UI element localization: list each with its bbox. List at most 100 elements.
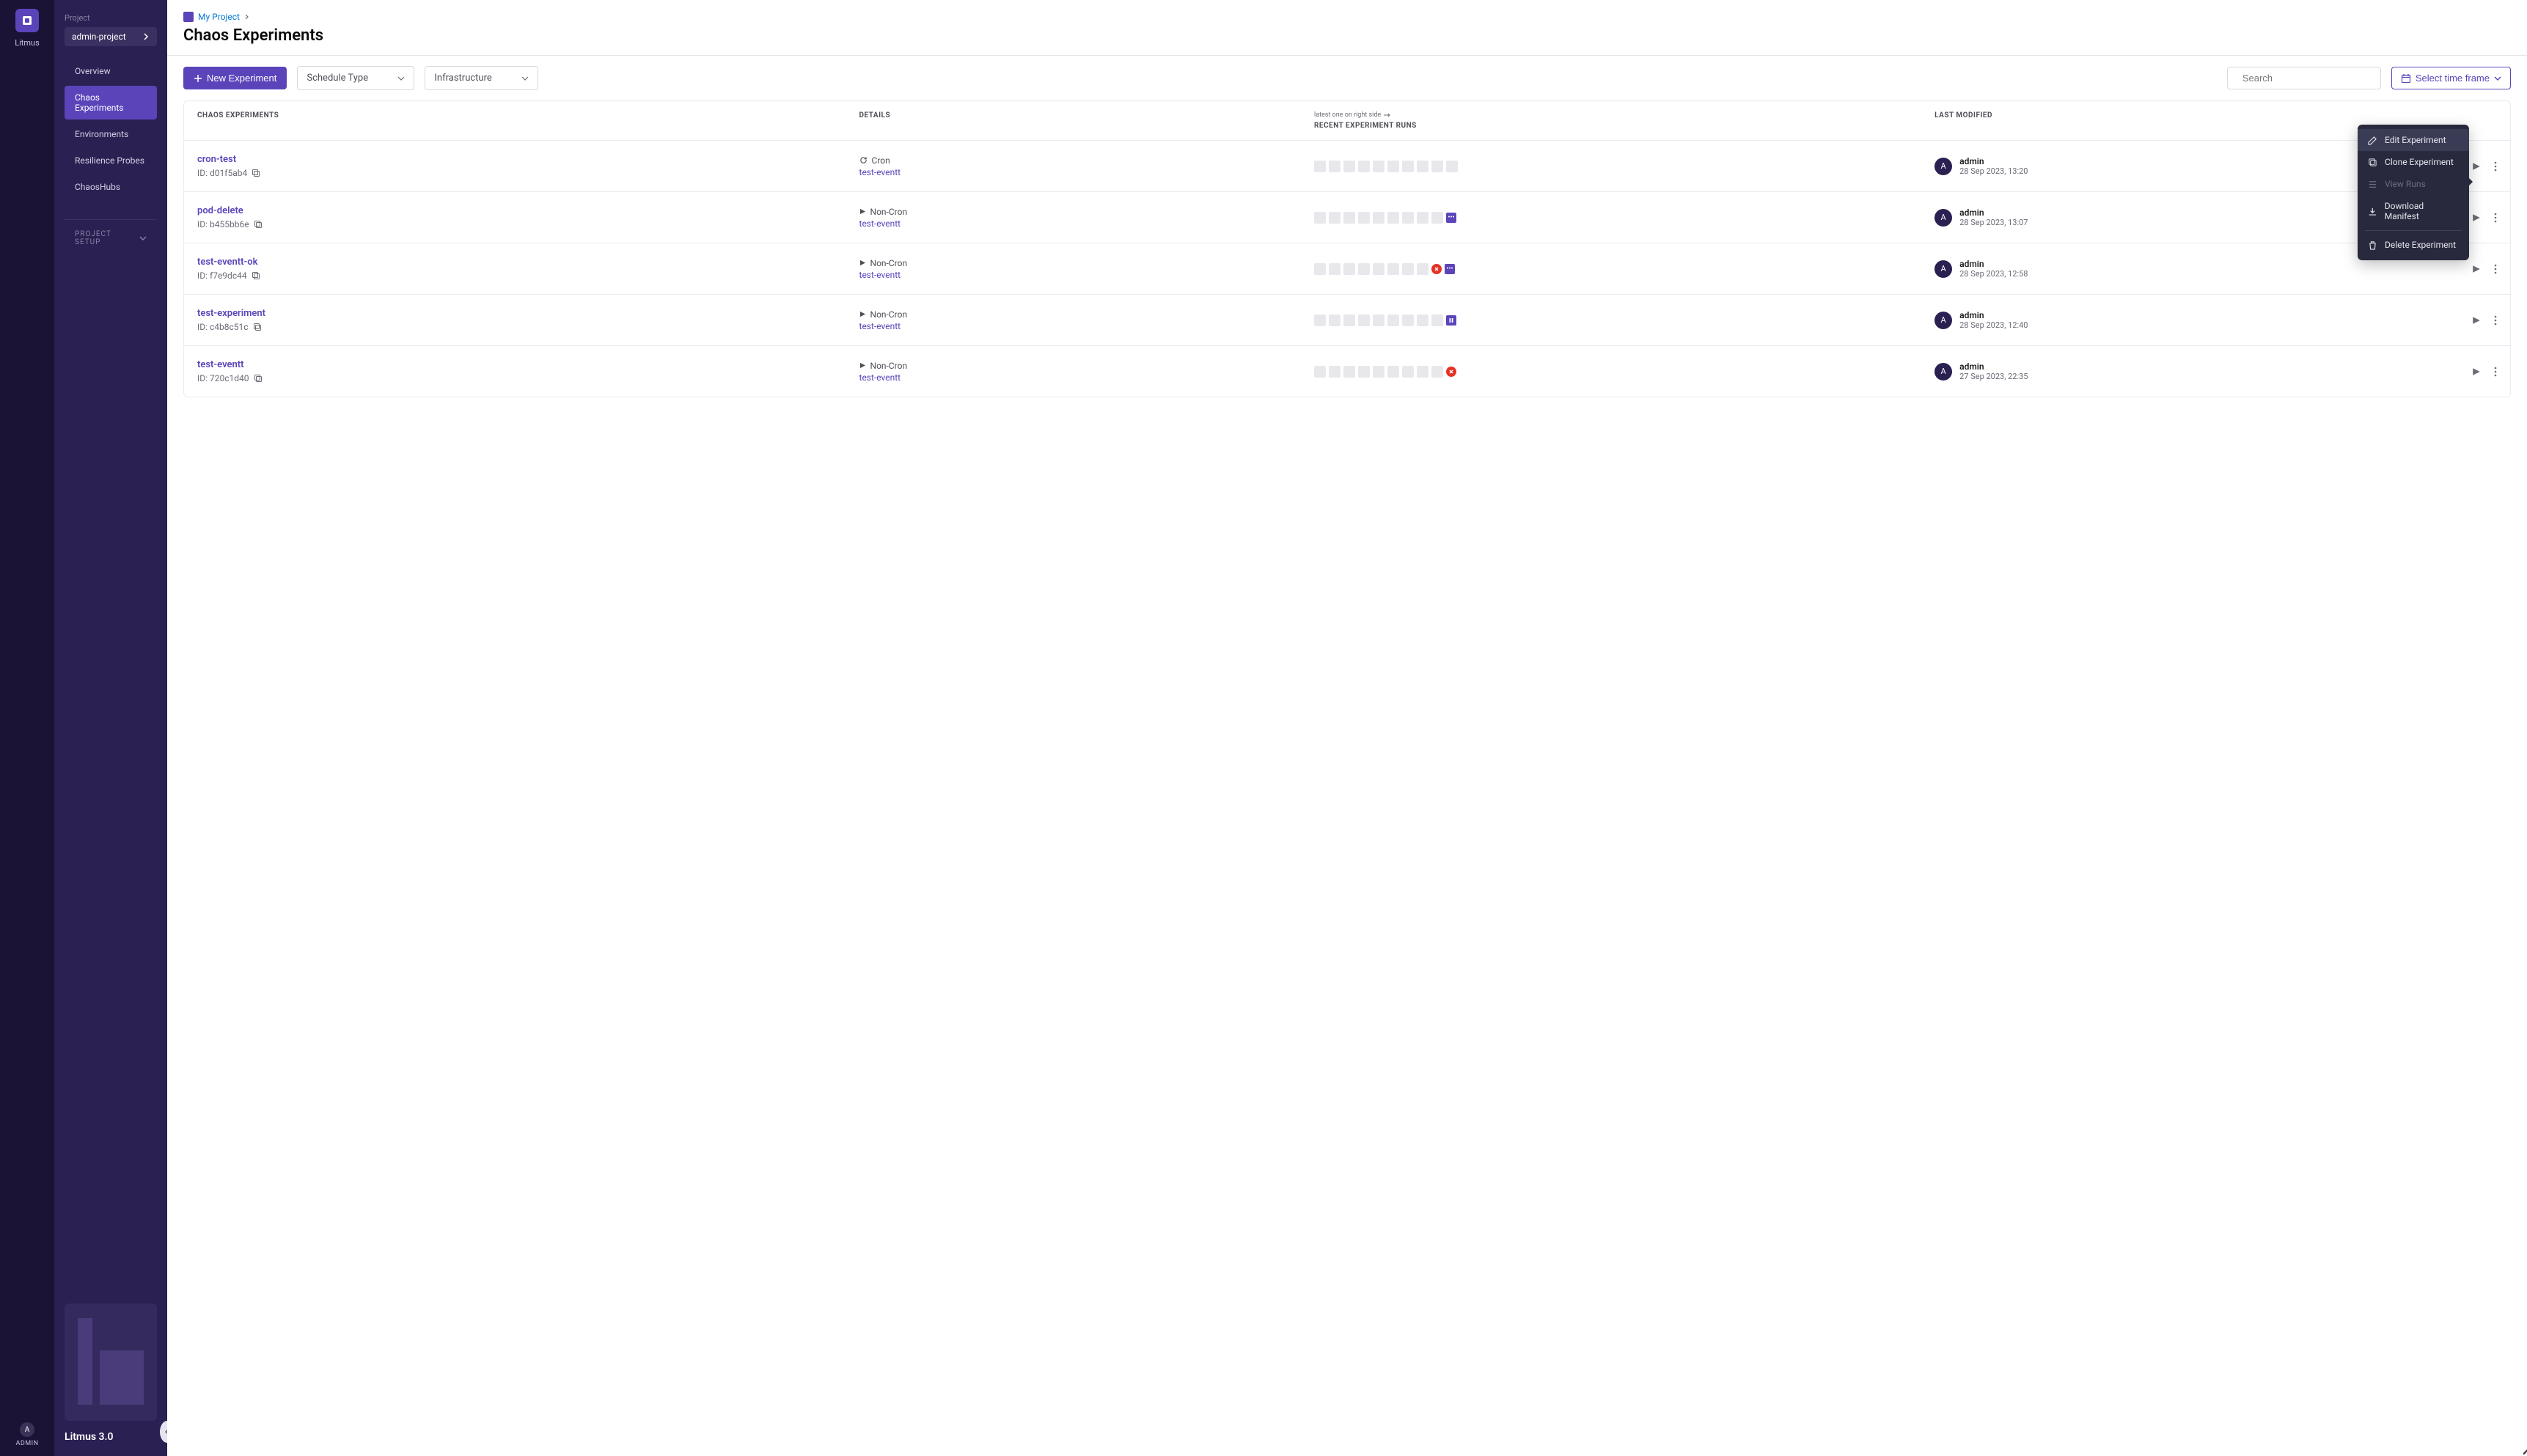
chevron-right-icon	[244, 14, 250, 20]
project-setup-toggle[interactable]: PROJECT SETUP	[65, 230, 157, 246]
infrastructure-link[interactable]: test-eventt	[859, 372, 1314, 383]
chevron-down-icon	[2494, 75, 2501, 82]
run-empty	[1329, 263, 1340, 275]
run-experiment-button[interactable]	[2472, 213, 2481, 222]
run-empty	[1343, 212, 1355, 224]
project-icon	[183, 12, 194, 22]
run-experiment-button[interactable]	[2472, 316, 2481, 325]
table-row: test-experimentID: c4b8c51cNon-Crontest-…	[184, 295, 2510, 346]
row-menu-button[interactable]	[2494, 213, 2497, 223]
run-empty	[1314, 212, 1326, 224]
col-header-experiments: CHAOS EXPERIMENTS	[197, 111, 859, 120]
run-empty	[1343, 366, 1355, 378]
run-status-error[interactable]	[1431, 264, 1442, 274]
copy-icon[interactable]	[252, 271, 260, 280]
infrastructure-link[interactable]: test-eventt	[859, 270, 1314, 280]
row-menu-button[interactable]	[2494, 367, 2497, 377]
litmus-logo[interactable]	[15, 9, 39, 32]
search-input[interactable]	[2242, 73, 2372, 84]
table-row: cron-testID: d01f5ab4Crontest-eventtAadm…	[184, 141, 2510, 192]
run-empty	[1387, 161, 1399, 172]
experiments-table: CHAOS EXPERIMENTS DETAILS latest one on …	[183, 100, 2511, 397]
experiment-id: ID: 720c1d40	[197, 373, 859, 383]
new-experiment-button[interactable]: New Experiment	[183, 67, 287, 89]
run-empty	[1358, 263, 1370, 275]
recent-runs	[1314, 315, 1934, 326]
project-label: Project	[65, 13, 157, 23]
menu-clone[interactable]: Clone Experiment	[2358, 151, 2469, 173]
experiment-id: ID: f7e9dc44	[197, 271, 859, 281]
run-status-running[interactable]: •••	[1446, 213, 1456, 223]
menu-delete[interactable]: Delete Experiment	[2358, 234, 2469, 256]
sidebar-item-chaos-experiments[interactable]: Chaos Experiments	[65, 86, 157, 120]
nav-divider	[65, 219, 157, 220]
experiment-name-link[interactable]: test-experiment	[197, 308, 859, 319]
avatar: A	[1934, 260, 1952, 278]
project-switcher[interactable]: admin-project	[65, 27, 157, 46]
current-user-avatar[interactable]: A	[20, 1422, 34, 1437]
experiment-name-link[interactable]: cron-test	[197, 154, 859, 165]
sidebar-item-overview[interactable]: Overview	[65, 59, 157, 83]
modified-date: 28 Sep 2023, 13:07	[1959, 218, 2028, 227]
run-empty	[1373, 366, 1384, 378]
promo-card[interactable]	[65, 1304, 157, 1421]
copy-icon[interactable]	[252, 169, 260, 177]
run-empty	[1343, 161, 1355, 172]
menu-edit[interactable]: Edit Experiment	[2358, 129, 2469, 151]
sidebar-item-environments[interactable]: Environments	[65, 122, 157, 146]
table-row: pod-deleteID: b455bb6eNon-Crontest-event…	[184, 192, 2510, 243]
experiment-name-link[interactable]: pod-delete	[197, 205, 859, 216]
row-menu-button[interactable]	[2494, 161, 2497, 172]
copy-icon[interactable]	[254, 374, 263, 383]
avatar: A	[1934, 158, 1952, 175]
modified-by: admin	[1959, 259, 2028, 269]
run-status-running[interactable]: •••	[1445, 264, 1455, 274]
infrastructure-link[interactable]: test-eventt	[859, 321, 1314, 331]
run-empty	[1417, 161, 1428, 172]
sidebar-item-chaoshubs[interactable]: ChaosHubs	[65, 175, 157, 199]
run-empty	[1358, 212, 1370, 224]
copy-icon[interactable]	[254, 220, 263, 229]
schedule-type: Non-Cron	[859, 258, 1314, 268]
main-content: My Project Chaos Experiments New Experim…	[167, 0, 2527, 1456]
modified-by: admin	[1959, 207, 2028, 218]
arrow-right-icon	[1384, 113, 1391, 117]
chevron-down-icon	[521, 75, 529, 82]
run-experiment-button[interactable]	[2472, 162, 2481, 171]
row-menu-button[interactable]	[2494, 315, 2497, 326]
breadcrumb-project-link[interactable]: My Project	[198, 12, 240, 22]
calendar-icon	[2401, 73, 2411, 84]
modified-by: admin	[1959, 310, 2028, 320]
search-box[interactable]	[2227, 67, 2381, 89]
current-user-label: ADMIN	[15, 1440, 38, 1447]
run-empty	[1402, 315, 1414, 326]
schedule-type-select[interactable]: Schedule Type	[297, 66, 414, 90]
run-empty	[1314, 366, 1326, 378]
run-empty	[1402, 263, 1414, 275]
schedule-type: Non-Cron	[859, 309, 1314, 320]
run-empty	[1387, 315, 1399, 326]
run-empty	[1314, 161, 1326, 172]
runs-hint: latest one on right side	[1314, 111, 1934, 119]
row-menu-button[interactable]	[2494, 264, 2497, 274]
run-experiment-button[interactable]	[2472, 265, 2481, 273]
run-status-error[interactable]	[1446, 367, 1456, 377]
infrastructure-select[interactable]: Infrastructure	[425, 66, 538, 90]
experiment-name-link[interactable]: test-eventt	[197, 359, 859, 370]
project-name: admin-project	[72, 32, 126, 42]
sidebar-item-resilience-probes[interactable]: Resilience Probes	[65, 149, 157, 172]
infrastructure-link[interactable]: test-eventt	[859, 167, 1314, 177]
infrastructure-link[interactable]: test-eventt	[859, 218, 1314, 229]
breadcrumb: My Project	[183, 12, 2511, 22]
run-experiment-button[interactable]	[2472, 367, 2481, 376]
time-frame-button[interactable]: Select time frame	[2391, 67, 2511, 89]
run-status-paused[interactable]	[1446, 315, 1456, 326]
chevron-down-icon	[139, 235, 147, 242]
experiment-name-link[interactable]: test-eventt-ok	[197, 257, 859, 268]
copy-icon[interactable]	[253, 323, 262, 331]
run-empty	[1329, 315, 1340, 326]
run-empty	[1402, 161, 1414, 172]
toolbar: New Experiment Schedule Type Infrastruct…	[167, 56, 2527, 100]
modified-by: admin	[1959, 156, 2028, 166]
menu-download[interactable]: Download Manifest	[2358, 195, 2469, 227]
